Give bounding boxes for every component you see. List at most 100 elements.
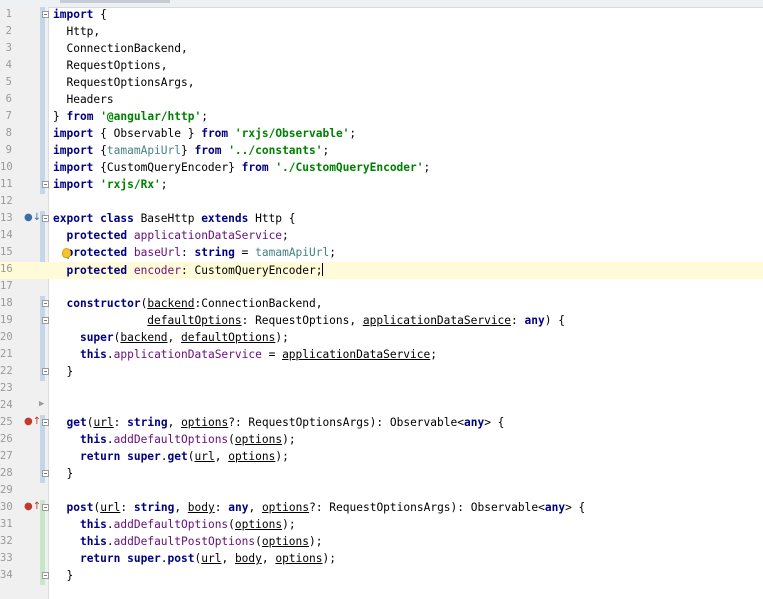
code-text: : CustomQueryEncoder; [181, 264, 323, 277]
code-line[interactable]: 5 RequestOptionsArgs, [0, 75, 763, 92]
code-line[interactable]: 2 Http, [0, 24, 763, 41]
code-line[interactable]: 24 ▶ [0, 398, 763, 415]
code-line[interactable]: 16 protected encoder: CustomQueryEncoder… [0, 262, 763, 279]
fold-toggle-icon[interactable] [42, 368, 49, 375]
code-line[interactable]: 26 this.addDefaultOptions(options); [0, 432, 763, 449]
code-content[interactable]: this.applicationDataService = applicatio… [53, 348, 437, 361]
code-line[interactable]: 34 } [0, 568, 763, 585]
line-number: 17 [0, 280, 13, 292]
code-line[interactable]: 22 } [0, 364, 763, 381]
code-content[interactable]: this.addDefaultPostOptions(options); [53, 535, 323, 548]
string-token: 'rxjs/Observable' [234, 127, 350, 140]
code-content[interactable]: export class BaseHttp extends Http { [53, 212, 296, 225]
code-line[interactable]: 18 constructor(backend:ConnectionBackend… [0, 296, 763, 313]
line-number: 30 [0, 501, 13, 513]
code-content[interactable]: import { [53, 8, 107, 21]
code-line[interactable]: 12 [0, 194, 763, 211]
line-number: 11 [0, 178, 13, 190]
code-content[interactable]: constructor(backend:ConnectionBackend, [53, 297, 322, 310]
fold-toggle-icon[interactable] [42, 181, 49, 188]
code-content[interactable]: super(backend, defaultOptions); [53, 331, 289, 344]
code-content[interactable]: this.addDefaultOptions(options); [53, 433, 296, 446]
fold-toggle-icon[interactable] [42, 317, 49, 324]
fold-toggle-icon[interactable] [42, 215, 49, 222]
code-content[interactable]: Http, [53, 25, 100, 38]
line-number: 34 [0, 569, 13, 581]
code-line[interactable]: 27 return super.get(url, options); [0, 449, 763, 466]
fold-toggle-icon[interactable] [42, 572, 49, 579]
code-content[interactable]: protected baseUrl: string = tamamApiUrl; [53, 246, 336, 259]
code-line[interactable]: 19 defaultOptions: RequestOptions, appli… [0, 313, 763, 330]
param-token: backend [147, 297, 195, 310]
code-line[interactable]: 8 import { Observable } from 'rxjs/Observ… [0, 126, 763, 143]
code-line[interactable]: 29 [0, 483, 763, 500]
fold-toggle-icon[interactable] [42, 470, 49, 477]
code-line[interactable]: 1 import { [0, 7, 763, 24]
code-line[interactable]: 4 RequestOptions, [0, 58, 763, 75]
code-content[interactable]: RequestOptions, [53, 59, 167, 72]
code-line[interactable]: 14 protected applicationDataService; [0, 228, 763, 245]
code-line[interactable]: 7} from '@angular/http'; [0, 109, 763, 126]
keyword-token: protected [66, 246, 128, 259]
code-content[interactable]: ConnectionBackend, [53, 42, 187, 55]
line-number: 10 [0, 161, 13, 173]
code-content[interactable]: } [53, 365, 73, 378]
code-text: } [53, 110, 67, 123]
code-text: { Observable } [93, 127, 202, 140]
code-content[interactable]: return super.post(url, body, options); [53, 552, 336, 565]
fold-toggle-icon[interactable] [42, 11, 49, 18]
code-content[interactable]: Headers [53, 93, 113, 106]
implemented-arrow-icon[interactable]: ●↓ [24, 212, 41, 224]
code-line[interactable]: 31 this.addDefaultOptions(options); [0, 517, 763, 534]
fold-toggle-icon[interactable] [42, 419, 49, 426]
code-content[interactable]: } from '@angular/http'; [53, 110, 208, 123]
fold-toggle-icon[interactable] [42, 300, 49, 307]
code-content[interactable]: get(url: string, options?: RequestOption… [53, 416, 504, 429]
tab-stub[interactable] [60, 0, 170, 3]
keyword-token: post [66, 501, 94, 514]
code-line[interactable]: 33 return super.post(url, body, options)… [0, 551, 763, 568]
code-line[interactable]: 3 ConnectionBackend, [0, 41, 763, 58]
code-content[interactable]: import 'rxjs/Rx'; [53, 178, 168, 191]
fold-toggle-icon[interactable] [42, 504, 49, 511]
code-content[interactable]: protected applicationDataService; [53, 229, 288, 242]
code-text: } [53, 365, 74, 378]
code-line[interactable]: 25 ●↑ get(url: string, options?: RequestO… [0, 415, 763, 432]
code-content[interactable]: defaultOptions: RequestOptions, applicat… [53, 314, 565, 327]
code-content[interactable]: return super.get(url, options); [53, 450, 289, 463]
code-content[interactable]: import {tamamApiUrl} from '../constants'… [53, 144, 329, 157]
code-text: ); [322, 552, 337, 565]
code-line[interactable]: 15 protected baseUrl: string = tamamApiU… [0, 245, 763, 262]
code-line[interactable]: 6 Headers [0, 92, 763, 109]
code-content[interactable]: import { Observable } from 'rxjs/Observa… [53, 127, 356, 140]
code-line[interactable]: 17 [0, 279, 763, 296]
code-content[interactable]: import {CustomQueryEncoder} from './Cust… [53, 161, 430, 174]
code-editor[interactable]: 1 import {2 Http, 3 ConnectionBackend, 4 Re… [0, 7, 763, 599]
code-text: Http, [53, 25, 101, 38]
param-token: options [228, 450, 276, 463]
code-content[interactable]: RequestOptionsArgs, [53, 76, 194, 89]
code-line[interactable]: 21 this.applicationDataService = applica… [0, 347, 763, 364]
code-text: . [106, 535, 114, 548]
code-content[interactable]: } [53, 467, 73, 480]
code-content[interactable]: this.addDefaultOptions(options); [53, 518, 296, 531]
code-line[interactable]: 30 ●↑ post(url: string, body: any, option… [0, 500, 763, 517]
code-line[interactable]: 9 import {tamamApiUrl} from '../constants… [0, 143, 763, 160]
code-line[interactable]: 13 ●↓ export class BaseHttp extends Http { [0, 211, 763, 228]
code-line[interactable]: 20 super(backend, defaultOptions); [0, 330, 763, 347]
code-content[interactable]: protected encoder: CustomQueryEncoder; [53, 263, 324, 277]
lightbulb-icon[interactable] [62, 248, 71, 258]
code-line[interactable]: 32 this.addDefaultPostOptions(options); [0, 534, 763, 551]
override-arrow-icon[interactable]: ●↑ [24, 416, 41, 428]
code-content[interactable]: } [53, 569, 73, 582]
param-token: url [93, 416, 114, 429]
code-line[interactable]: 28 } [0, 466, 763, 483]
code-line[interactable]: 10 import {CustomQueryEncoder} from './Cu… [0, 160, 763, 177]
line-number: 2 [5, 25, 12, 37]
code-line[interactable]: 23 [0, 381, 763, 398]
code-line[interactable]: 11 import 'rxjs/Rx'; [0, 177, 763, 194]
override-arrow-icon[interactable]: ●↑ [24, 501, 41, 513]
code-content[interactable]: post(url: string, body: any, options?: R… [53, 501, 585, 514]
fold-arrow-icon[interactable]: ▶ [39, 399, 44, 409]
